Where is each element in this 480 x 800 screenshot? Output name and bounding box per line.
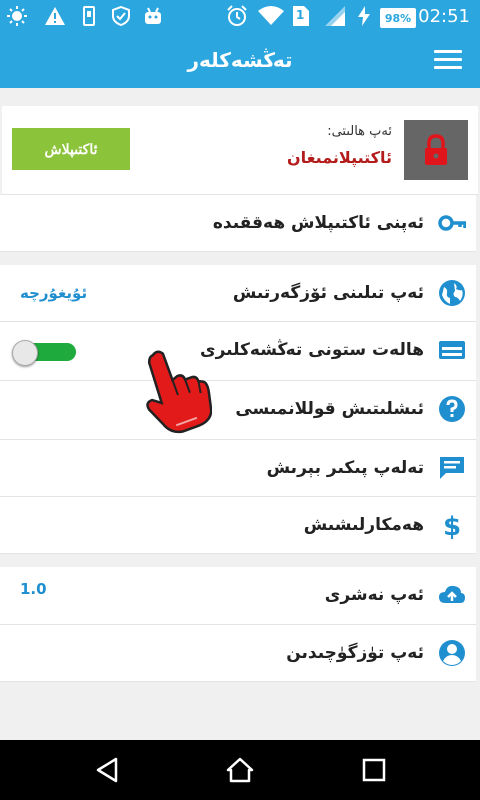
help-icon bbox=[438, 395, 466, 423]
cooperation-item[interactable]: $ ھەمكارلىشىش bbox=[0, 497, 476, 554]
instructions-item[interactable]: ئىشلىتىش قوللانمىسى bbox=[0, 381, 476, 440]
sim-slot-number: 1 bbox=[296, 8, 305, 22]
feedback-label: تەلەپ پىكىر بېرىش bbox=[266, 458, 424, 478]
language-label: ئەپ تىلىنى ئۆزگەرتىش bbox=[232, 283, 424, 303]
activate-button[interactable]: ئاكتىپلاش bbox=[12, 128, 130, 170]
developer-item[interactable]: ئەپ تۈزگۈچىدىن bbox=[0, 625, 476, 682]
status-column-label: ھالەت ستونى تەڭشەكلىرى bbox=[200, 340, 424, 360]
wifi-icon bbox=[258, 5, 284, 27]
svg-text:$: $ bbox=[443, 512, 461, 539]
language-item[interactable]: ئەپ تىلىنى ئۆزگەرتىش ئۇيغۇرچە bbox=[0, 265, 476, 322]
back-icon[interactable] bbox=[94, 756, 122, 784]
version-label: ئەپ نەشرى bbox=[324, 585, 424, 605]
alarm-icon bbox=[226, 5, 248, 27]
dollar-icon: $ bbox=[438, 511, 466, 542]
signal-icon bbox=[324, 5, 346, 27]
charging-icon bbox=[356, 5, 372, 27]
status-bar: 1 98% 02:51 bbox=[0, 0, 480, 32]
clock: 02:51 bbox=[418, 6, 470, 27]
lock-icon bbox=[404, 120, 468, 180]
version-value: 1.0 bbox=[20, 580, 47, 598]
cooperation-label: ھەمكارلىشىش bbox=[303, 515, 424, 535]
android-icon bbox=[142, 5, 164, 27]
hamburger-menu-icon[interactable] bbox=[434, 50, 462, 70]
instructions-label: ئىشلىتىش قوللانمىسى bbox=[235, 399, 424, 419]
card-icon bbox=[438, 336, 466, 364]
about-activation-label: ئەپنى ئاكتىپلاش ھەققىدە bbox=[212, 213, 424, 233]
cloud-upload-icon bbox=[438, 581, 466, 609]
developer-label: ئەپ تۈزگۈچىدىن bbox=[286, 643, 424, 663]
globe-icon bbox=[438, 279, 466, 307]
status-column-item[interactable]: ھالەت ستونى تەڭشەكلىرى bbox=[0, 322, 476, 381]
pointing-hand-icon bbox=[136, 344, 213, 436]
version-item[interactable]: ئەپ نەشرى 1.0 bbox=[0, 567, 476, 625]
toggle-knob bbox=[12, 340, 38, 366]
app-bar: تەڭشەكلەر bbox=[0, 32, 480, 88]
activation-card: ئەپ ھالىتى: ئاكتىپلانمىغان ئاكتىپلاش bbox=[2, 106, 478, 195]
device-icon bbox=[78, 5, 100, 27]
warning-icon bbox=[44, 5, 66, 27]
feedback-item[interactable]: تەلەپ پىكىر بېرىش bbox=[0, 440, 476, 497]
recent-apps-icon[interactable] bbox=[360, 756, 388, 784]
account-icon bbox=[438, 639, 466, 667]
status-column-toggle[interactable] bbox=[12, 340, 76, 366]
page-title: تەڭشەكلەر bbox=[187, 48, 293, 72]
app-status-title: ئەپ ھالىتى: bbox=[327, 124, 392, 139]
app-status-value: ئاكتىپلانمىغان bbox=[286, 148, 392, 167]
sim-icon: 1 bbox=[290, 5, 312, 27]
language-value: ئۇيغۇرچە bbox=[20, 284, 88, 302]
home-icon[interactable] bbox=[226, 756, 254, 784]
about-activation-item[interactable]: ئەپنى ئاكتىپلاش ھەققىدە bbox=[0, 195, 476, 252]
navigation-bar bbox=[0, 740, 480, 800]
chat-icon bbox=[438, 454, 466, 482]
battery-indicator: 98% bbox=[380, 8, 416, 28]
brightness-icon bbox=[6, 5, 28, 27]
shield-check-icon bbox=[110, 5, 132, 27]
key-icon bbox=[438, 209, 467, 237]
